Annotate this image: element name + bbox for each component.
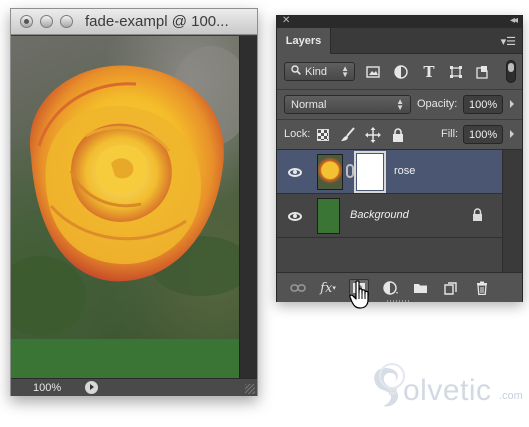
solvetic-watermark-logo: olvetic .com — [371, 360, 527, 422]
filter-pixel-layers-icon[interactable] — [364, 63, 382, 81]
filter-type-layers-icon[interactable]: T — [420, 63, 438, 81]
layers-bottom-toolbar: fx ▾ — [277, 272, 522, 302]
filter-kind-select[interactable]: Kind ▲ ▼ — [284, 62, 355, 81]
layer-row-background[interactable]: Background — [277, 194, 503, 238]
adjustment-layer-icon[interactable] — [381, 279, 401, 297]
layer-name[interactable]: Background — [350, 209, 409, 221]
updown-arrow-icon: ▲ ▼ — [341, 64, 349, 79]
document-title-bar[interactable]: fade-exampl @ 100... — [11, 9, 257, 35]
blend-mode-value: Normal — [291, 98, 327, 111]
fill-field[interactable]: 100% — [463, 125, 514, 144]
lock-all-icon[interactable] — [390, 127, 406, 143]
layer-lock-icon — [472, 208, 483, 224]
filter-adjustment-layers-icon[interactable] — [392, 63, 410, 81]
panel-header-strip: ✕ ◂◂ — [277, 15, 522, 28]
background-green-fill — [11, 339, 239, 379]
document-canvas[interactable] — [11, 36, 239, 379]
layers-panel: ✕ ◂◂ Layers ▾☰ Kind ▲ ▼ T Normal ▲ ▼ Opa… — [276, 15, 523, 302]
lock-position-icon[interactable] — [365, 127, 381, 143]
layer-mask-thumbnail[interactable] — [354, 151, 386, 193]
filter-toggle-switch[interactable] — [506, 60, 516, 83]
new-group-icon[interactable] — [410, 279, 430, 297]
fill-label: Fill: — [441, 128, 459, 140]
filter-kind-label: Kind — [305, 65, 328, 78]
visibility-eye-icon[interactable] — [287, 208, 303, 224]
layer-thumbnail — [317, 198, 340, 234]
lock-transparent-pixels-icon[interactable] — [315, 127, 331, 143]
status-menu-icon[interactable] — [85, 381, 98, 394]
opacity-field[interactable]: 100% — [463, 95, 514, 114]
panel-tab-bar: Layers ▾☰ — [277, 28, 522, 54]
layer-name[interactable]: rose — [394, 165, 415, 177]
lock-image-pixels-icon[interactable] — [340, 127, 356, 143]
mask-link-chain-icon[interactable] — [346, 164, 354, 178]
lock-row: Lock: Fill: 100% — [277, 120, 522, 150]
zoom-level[interactable]: 100% — [33, 382, 69, 394]
document-window: fade-exampl @ 100... 100% — [10, 8, 258, 396]
close-window-button[interactable] — [20, 15, 33, 28]
delete-layer-icon[interactable] — [472, 279, 492, 297]
rose-image — [11, 46, 239, 336]
tab-layers[interactable]: Layers — [277, 28, 331, 54]
fx-icon[interactable]: fx ▾ — [318, 279, 338, 297]
layer-filter-row: Kind ▲ ▼ T — [277, 54, 522, 90]
opacity-label: Opacity: — [417, 98, 458, 110]
fx-label: fx — [320, 280, 333, 296]
opacity-slider-arrow-icon[interactable] — [510, 100, 514, 108]
blend-mode-select[interactable]: Normal ▲ ▼ — [284, 95, 411, 114]
hand-pointer-cursor-icon — [349, 280, 369, 309]
layer-row-rose[interactable]: rose — [277, 150, 503, 194]
filter-smart-objects-icon[interactable] — [473, 63, 491, 81]
document-status-bar: 100% — [11, 378, 257, 396]
filter-shape-layers-icon[interactable] — [447, 63, 465, 81]
fill-slider-arrow-icon[interactable] — [510, 130, 514, 138]
zoom-window-button[interactable] — [60, 15, 73, 28]
opacity-value: 100% — [469, 98, 498, 111]
layer-thumbnail — [317, 154, 343, 190]
collapse-panel-icon[interactable]: ◂◂ — [510, 15, 518, 26]
blend-row: Normal ▲ ▼ Opacity: 100% — [277, 90, 522, 120]
layers-list: rose Background — [277, 150, 522, 272]
rose-photo — [11, 36, 239, 339]
new-layer-icon[interactable] — [440, 279, 460, 297]
panel-menu-icon[interactable]: ▾☰ — [501, 35, 516, 48]
lock-label: Lock: — [284, 128, 311, 140]
layers-list-scrollbar[interactable] — [502, 150, 522, 272]
search-icon — [291, 65, 301, 78]
close-panel-icon[interactable]: ✕ — [282, 15, 290, 26]
screen: { "document": { "title": "fade-exampl @ … — [0, 0, 529, 427]
visibility-eye-icon[interactable] — [287, 164, 303, 180]
document-vertical-scrollbar[interactable] — [239, 36, 257, 379]
minimize-window-button[interactable] — [40, 15, 53, 28]
link-layers-icon[interactable] — [288, 279, 308, 297]
updown-arrow-icon: ▲ ▼ — [396, 97, 404, 112]
document-title: fade-exampl @ 100... — [85, 13, 229, 30]
watermark-suffix: .com — [499, 390, 523, 402]
fill-value: 100% — [469, 128, 498, 141]
resize-grip-icon[interactable] — [245, 384, 255, 394]
watermark-text: olvetic — [403, 374, 492, 407]
panel-resize-grip[interactable] — [387, 300, 411, 302]
